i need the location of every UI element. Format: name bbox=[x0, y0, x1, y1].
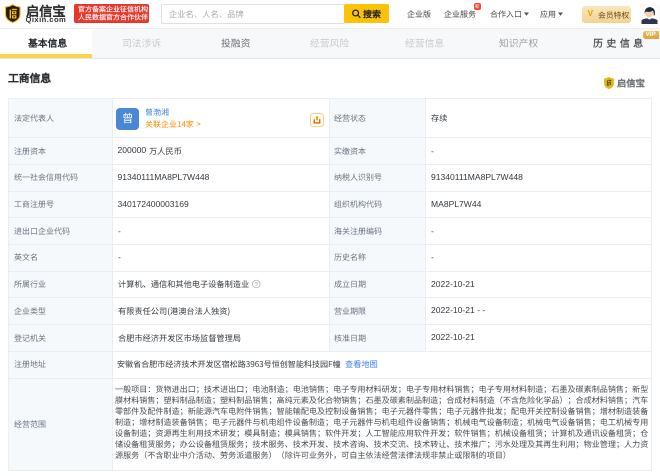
svg-text:?: ? bbox=[254, 281, 258, 288]
